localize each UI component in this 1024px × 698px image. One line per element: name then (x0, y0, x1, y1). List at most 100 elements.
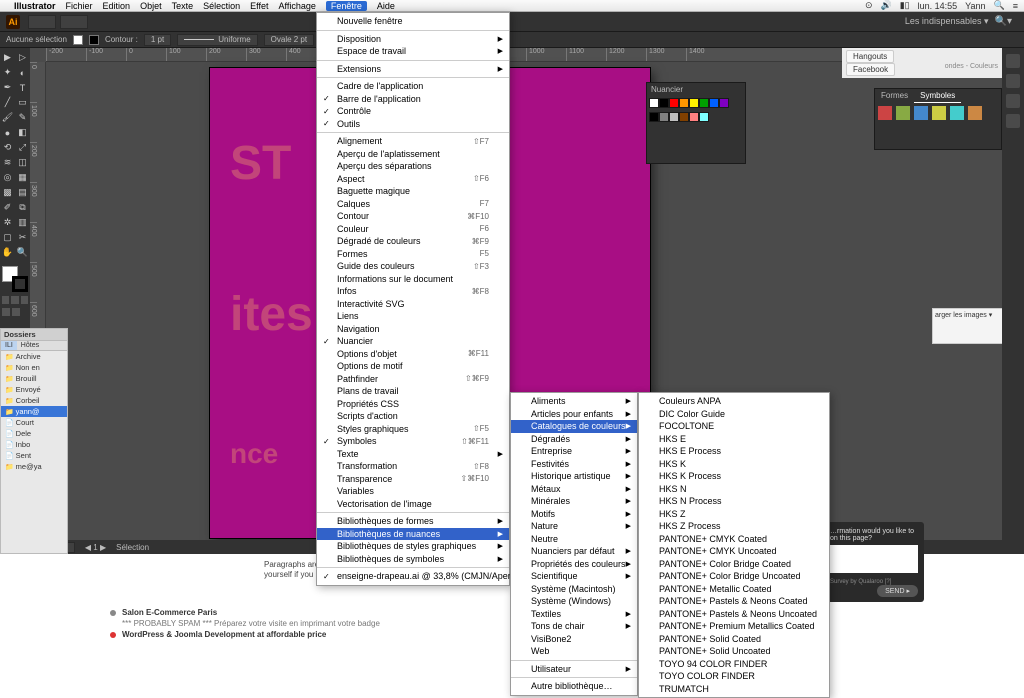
menu-item[interactable]: Dégradé de couleurs⌘F9 (317, 235, 509, 248)
menu-item[interactable]: Aliments▶ (511, 395, 637, 408)
swatch[interactable] (649, 112, 659, 122)
wifi-icon[interactable]: ⊙ (865, 0, 873, 11)
swatch[interactable] (709, 98, 719, 108)
menu-item[interactable]: Scripts d'action (317, 410, 509, 423)
menu-item[interactable]: enseigne-drapeau.ai @ 33,8% (CMJN/Aperçu… (317, 570, 509, 583)
swatch[interactable] (699, 112, 709, 122)
menu-item[interactable]: Outils (317, 118, 509, 131)
menu-item[interactable]: Options d'objet⌘F11 (317, 348, 509, 361)
menu-item[interactable]: Web (511, 645, 637, 658)
swatch[interactable] (669, 112, 679, 122)
menu-item[interactable]: HKS N (639, 483, 829, 496)
menu-item[interactable]: Alignement⇧F7 (317, 135, 509, 148)
notifications-icon[interactable]: ≡ (1013, 1, 1018, 11)
gradient-tool[interactable]: ▤ (15, 185, 30, 200)
selection-tool[interactable]: ▶ (0, 50, 15, 65)
swatch[interactable] (719, 98, 729, 108)
volume-icon[interactable]: 🔊 (880, 0, 891, 11)
menu-item[interactable]: PANTONE+ Metallic Coated (639, 583, 829, 596)
file-item[interactable]: Corbeil (1, 395, 67, 406)
menu-item[interactable]: Nuancier (317, 335, 509, 348)
menu-item[interactable]: Motifs▶ (511, 508, 637, 521)
mesh-tool[interactable]: ▩ (0, 185, 15, 200)
menu-item[interactable]: PANTONE+ Solid Uncoated (639, 645, 829, 658)
swatch[interactable] (679, 98, 689, 108)
files-tab-1[interactable]: ILI (1, 341, 17, 350)
menu-item[interactable]: Extensions▶ (317, 63, 509, 76)
line-tool[interactable]: ╱ (0, 95, 15, 110)
swatch[interactable] (689, 98, 699, 108)
menu-item[interactable]: VisiBone2 (511, 633, 637, 646)
menu-item[interactable]: HKS K Process (639, 470, 829, 483)
symbol-thumb[interactable] (914, 106, 928, 120)
menu-item[interactable]: PANTONE+ Solid Coated (639, 633, 829, 646)
menu-item[interactable]: Bibliothèques de nuances▶ (317, 528, 509, 541)
brush-tool[interactable]: 🖌 (0, 110, 15, 125)
file-item[interactable]: Dele (1, 428, 67, 439)
send-button[interactable]: SEND ▸ (877, 585, 918, 597)
safari-tab-1[interactable]: Hangouts (846, 50, 894, 63)
menu-item[interactable]: Navigation (317, 323, 509, 336)
menu-item[interactable]: HKS E (639, 433, 829, 446)
zoom-tool[interactable]: 🔍 (15, 245, 30, 260)
search-icon[interactable]: 🔍▾ (995, 16, 1012, 27)
swatch[interactable] (659, 112, 669, 122)
menu-item[interactable]: TOYO COLOR FINDER (639, 670, 829, 683)
rotate-tool[interactable]: ⟲ (0, 140, 15, 155)
menu-item[interactable]: Aperçu des séparations (317, 160, 509, 173)
menu-item[interactable]: HKS N Process (639, 495, 829, 508)
file-item[interactable]: Court (1, 417, 67, 428)
menu-item[interactable]: CalquesF7 (317, 198, 509, 211)
menu-item[interactable]: CouleurF6 (317, 223, 509, 236)
menu-item[interactable]: Bibliothèques de formes▶ (317, 515, 509, 528)
menu-item[interactable]: Bibliothèques de symboles▶ (317, 553, 509, 566)
menu-item[interactable]: Aspect⇧F6 (317, 173, 509, 186)
menu-item[interactable]: Transparence⇧⌘F10 (317, 473, 509, 486)
menu-item[interactable]: Propriétés des couleurs▶ (511, 558, 637, 571)
menu-item[interactable]: PANTONE+ Color Bridge Coated (639, 558, 829, 571)
brush-preset-field[interactable]: Ovale 2 pt (264, 34, 314, 46)
menubar-effet[interactable]: Effet (250, 1, 268, 11)
menubar-aide[interactable]: Aide (377, 1, 395, 11)
menu-item[interactable]: Métaux▶ (511, 483, 637, 496)
menu-item[interactable]: Cadre de l'application (317, 80, 509, 93)
menubar-affichage[interactable]: Affichage (278, 1, 315, 11)
submenu-catalogues-couleurs[interactable]: Couleurs ANPADIC Color GuideFOCOLTONEHKS… (638, 392, 830, 698)
menu-item[interactable]: PANTONE+ CMYK Coated (639, 533, 829, 546)
panel-icon-2[interactable] (1006, 74, 1020, 88)
free-transform-tool[interactable]: ◫ (15, 155, 30, 170)
menu-item[interactable]: Vectorisation de l'image (317, 498, 509, 511)
menu-item[interactable]: Texte▶ (317, 448, 509, 461)
hand-tool[interactable]: ✋ (0, 245, 15, 260)
slice-tool[interactable]: ✂ (15, 230, 30, 245)
menu-item[interactable]: Baguette magique (317, 185, 509, 198)
menu-item[interactable]: Liens (317, 310, 509, 323)
menu-item[interactable]: Dégradés▶ (511, 433, 637, 446)
clock[interactable]: lun. 14:55 (918, 1, 958, 11)
lasso-tool[interactable]: ◐ (15, 65, 30, 80)
feedback-popup[interactable]: …rmation would you like to on this page?… (824, 522, 924, 602)
menu-item[interactable]: Couleurs ANPA (639, 395, 829, 408)
file-item[interactable]: Inbo (1, 439, 67, 450)
finder-toolbar-peek[interactable]: arger les images ▾ (932, 308, 1012, 344)
pen-tool[interactable]: ✒ (0, 80, 15, 95)
menu-item[interactable]: Textiles▶ (511, 608, 637, 621)
magic-wand-tool[interactable]: ✦ (0, 65, 15, 80)
menu-item[interactable]: FOCOLTONE (639, 420, 829, 433)
fill-swatch[interactable] (73, 35, 83, 45)
file-item[interactable]: Archive (1, 351, 67, 362)
menu-item[interactable]: Plans de travail (317, 385, 509, 398)
shape-builder-tool[interactable]: ◎ (0, 170, 15, 185)
stroke-swatch[interactable] (89, 35, 99, 45)
width-tool[interactable]: ≋ (0, 155, 15, 170)
swatch[interactable] (699, 98, 709, 108)
symbol-thumb[interactable] (968, 106, 982, 120)
menubar-fenetre[interactable]: Fenêtre (326, 1, 367, 11)
menu-item[interactable]: Catalogues de couleurs▶ (511, 420, 637, 433)
menu-item[interactable]: PANTONE+ Premium Metallics Coated (639, 620, 829, 633)
bridge-button[interactable] (28, 15, 56, 29)
menu-item[interactable]: Pathfinder⇧⌘F9 (317, 373, 509, 386)
menu-item[interactable]: Système (Windows) (511, 595, 637, 608)
swatch[interactable] (679, 112, 689, 122)
menu-item[interactable]: Scientifique▶ (511, 570, 637, 583)
